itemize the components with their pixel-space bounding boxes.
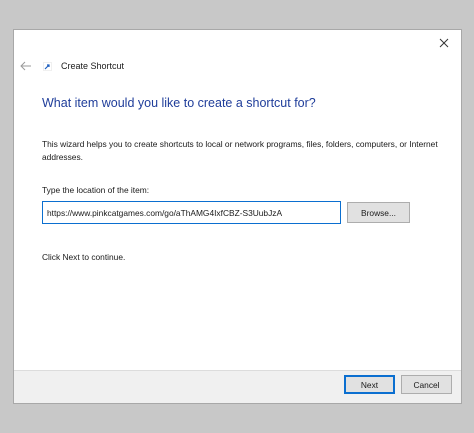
wizard-description: This wizard helps you to create shortcut… <box>42 139 438 162</box>
create-shortcut-dialog: Create Shortcut What item would you like… <box>13 29 462 404</box>
browse-button[interactable]: Browse... <box>347 202 410 223</box>
wizard-title-bar: Create Shortcut <box>18 57 124 75</box>
location-input[interactable] <box>42 201 341 224</box>
window-title: Create Shortcut <box>61 61 125 71</box>
next-button[interactable]: Next <box>344 375 395 394</box>
cancel-button[interactable]: Cancel <box>401 375 452 394</box>
close-icon <box>439 38 449 48</box>
close-button[interactable] <box>433 33 455 53</box>
back-arrow-icon <box>20 61 31 71</box>
page-heading: What item would you like to create a sho… <box>42 96 316 110</box>
location-label: Type the location of the item: <box>42 185 150 195</box>
back-button[interactable] <box>18 59 34 73</box>
continue-hint: Click Next to continue. <box>42 252 126 262</box>
screenshot-stage: Create Shortcut What item would you like… <box>0 0 474 433</box>
shortcut-icon <box>42 61 52 71</box>
